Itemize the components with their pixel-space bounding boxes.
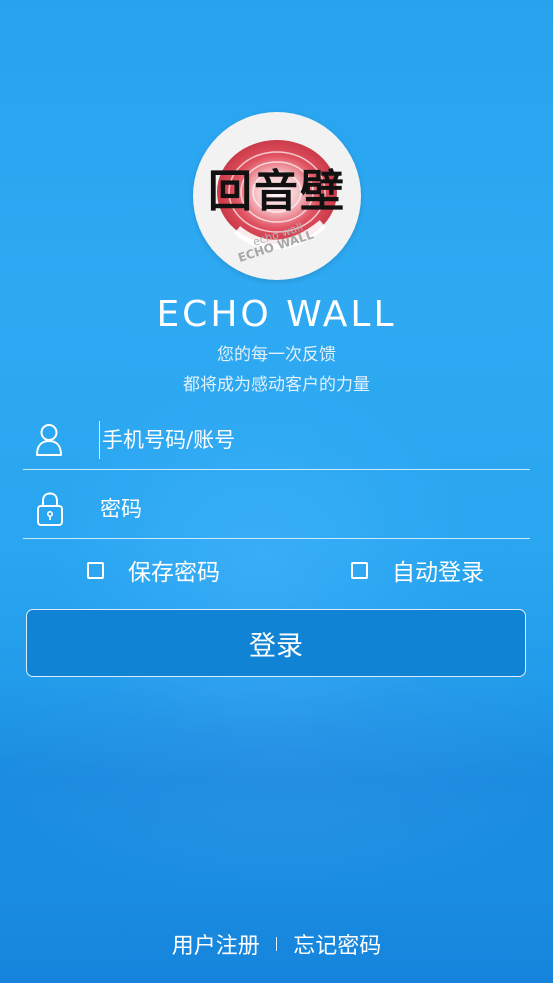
tagline-line-1: 您的每一次反馈 xyxy=(217,345,336,365)
auto-login-box[interactable] xyxy=(351,561,368,579)
lock-icon xyxy=(35,492,65,526)
register-link[interactable]: 用户注册 xyxy=(172,928,260,960)
password-input[interactable] xyxy=(100,490,520,528)
auto-login-label: 自动登录 xyxy=(392,560,484,586)
echo-wall-logo: echo wall ECHO WALL 回音壁 xyxy=(193,112,361,280)
user-icon xyxy=(35,423,65,457)
footer-links: 用户注册 忘记密码 xyxy=(0,928,553,960)
forgot-password-link[interactable]: 忘记密码 xyxy=(293,928,381,960)
save-password-label: 保存密码 xyxy=(128,560,220,586)
save-password-checkbox[interactable]: 保存密码 xyxy=(87,555,220,586)
logo-chinese-title: 回音壁 xyxy=(208,166,346,217)
save-password-box[interactable] xyxy=(87,561,104,579)
background-haze xyxy=(0,680,553,880)
account-field xyxy=(23,401,530,470)
auto-login-checkbox[interactable]: 自动登录 xyxy=(351,555,484,586)
login-button[interactable]: 登录 xyxy=(26,609,526,677)
password-field xyxy=(23,470,530,539)
footer-divider xyxy=(275,937,278,951)
brand-name: ECHO WALL xyxy=(156,294,397,335)
tagline-line-2: 都将成为感动客户的力量 xyxy=(183,375,370,395)
account-input[interactable] xyxy=(99,421,522,459)
